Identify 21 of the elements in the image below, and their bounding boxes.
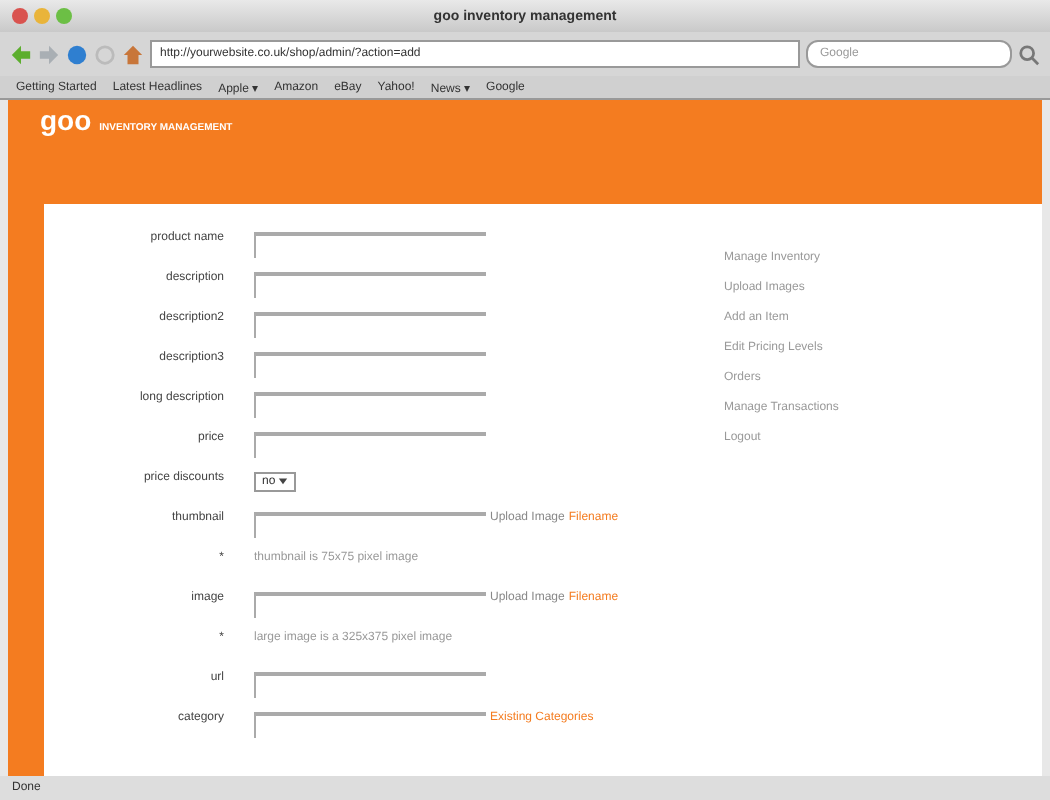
search-icon[interactable] bbox=[1018, 43, 1040, 65]
input-field[interactable] bbox=[254, 272, 486, 298]
input-field[interactable] bbox=[254, 312, 486, 338]
home-icon[interactable] bbox=[122, 43, 144, 65]
input-field[interactable] bbox=[254, 352, 486, 378]
input-field[interactable] bbox=[254, 672, 486, 698]
input-field[interactable] bbox=[254, 592, 486, 618]
input-field[interactable] bbox=[254, 432, 486, 458]
logo: goo bbox=[40, 104, 92, 136]
input-field[interactable] bbox=[254, 232, 486, 258]
stop-icon[interactable] bbox=[94, 43, 116, 65]
input-field[interactable] bbox=[254, 392, 486, 418]
back-icon[interactable] bbox=[10, 43, 32, 65]
close-button[interactable] bbox=[12, 8, 28, 24]
zoom-button[interactable] bbox=[56, 8, 72, 24]
reload-icon[interactable] bbox=[66, 43, 88, 65]
input-field[interactable] bbox=[254, 512, 486, 538]
input-field[interactable] bbox=[254, 712, 486, 738]
minimize-button[interactable] bbox=[34, 8, 50, 24]
caret-icon bbox=[278, 476, 289, 486]
forward-icon[interactable] bbox=[38, 43, 60, 65]
